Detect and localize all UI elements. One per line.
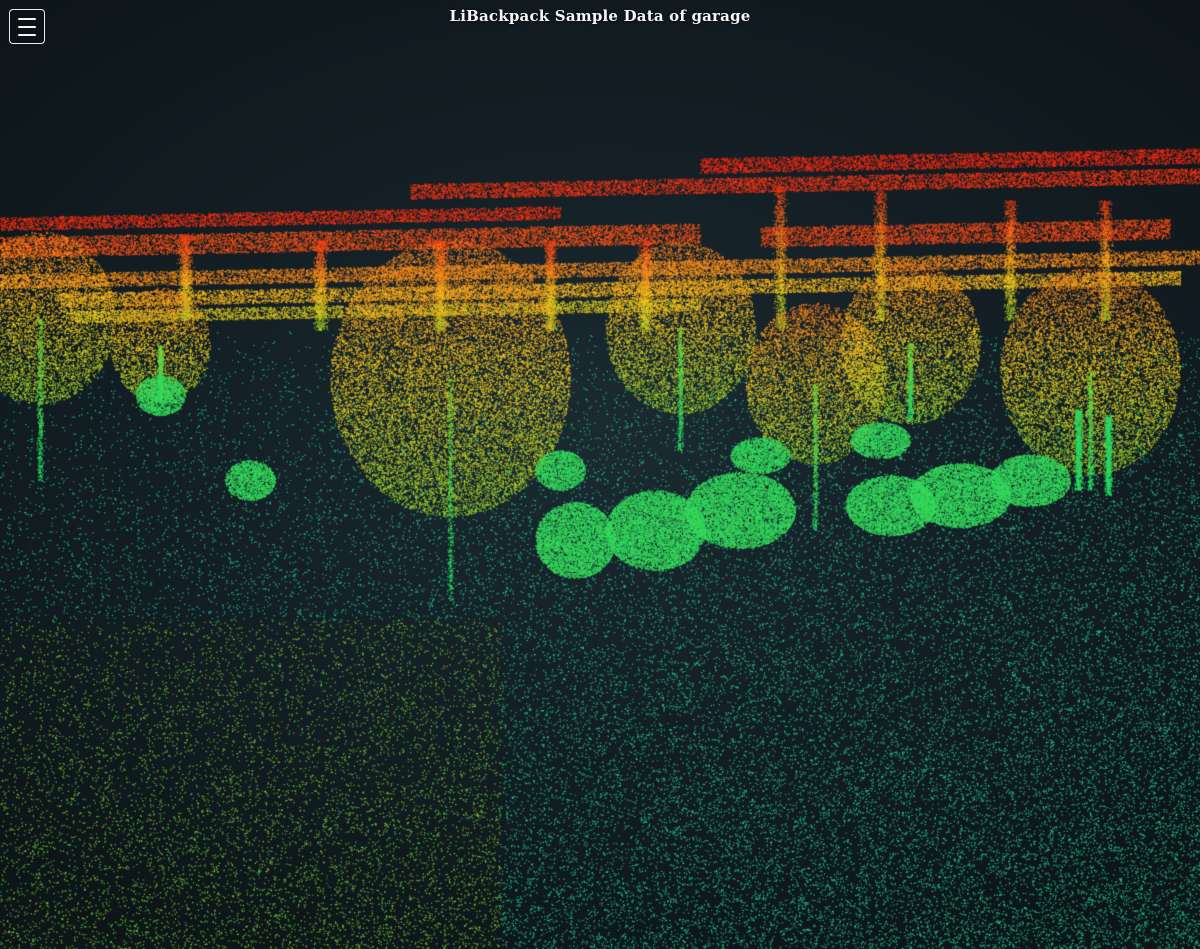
hamburger-menu-icon-bar-2 [18,25,36,28]
hamburger-menu-icon [18,17,36,20]
point-cloud-canvas[interactable] [0,0,1200,949]
menu-button[interactable] [9,9,45,44]
hamburger-menu-icon-bar-3 [18,33,36,36]
point-cloud-viewer[interactable]: LiBackpack Sample Data of garage [0,0,1200,949]
